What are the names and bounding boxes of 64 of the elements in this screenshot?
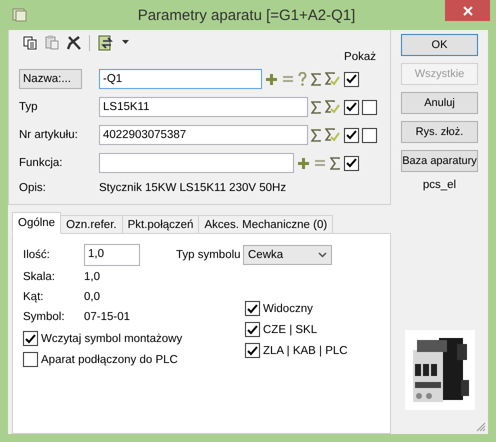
quantity-label: Ilość: [23, 249, 51, 261]
checkbox[interactable] [344, 128, 359, 142]
checkbox[interactable] [362, 100, 377, 114]
checkbox-label: Widoczny [263, 302, 313, 314]
name-button[interactable]: Nazwa:... [19, 69, 82, 89]
checkbox[interactable] [245, 301, 260, 316]
info-label: Symbol: [23, 311, 66, 323]
checkbox-label: Wczytaj symbol montażowy [41, 332, 182, 344]
checkbox-label: Aparat podłączony do PLC [41, 354, 178, 366]
dialog-button[interactable]: Anuluj [401, 92, 478, 114]
sigma-icon[interactable] [311, 100, 321, 114]
resize-grip-icon[interactable] [476, 422, 486, 432]
app-icon [12, 7, 28, 23]
question-icon[interactable] [298, 72, 307, 86]
text-field[interactable] [99, 153, 294, 173]
plus-icon[interactable] [297, 156, 310, 170]
copy-icon[interactable] [23, 36, 37, 50]
sigma-icon[interactable] [330, 156, 340, 170]
close-button[interactable] [445, 0, 490, 21]
checkbox-label: CZE | SKL [263, 324, 318, 336]
checkbox[interactable] [245, 343, 260, 358]
symbol-type-dropdown[interactable]: Cewka [243, 245, 332, 265]
field-label: Typ [19, 101, 38, 113]
info-label: Kąt: [23, 291, 44, 303]
description-value: Stycznik 15KW LS15K11 230V 50Hz [99, 182, 286, 194]
quantity-field[interactable]: 1,0 [84, 244, 140, 266]
paste-icon[interactable] [45, 35, 59, 50]
checkbox-label: ZLA | KAB | PLC [263, 344, 348, 356]
window-title: Parametry aparatu [=G1+A2-Q1] [136, 6, 356, 24]
dialog-button[interactable]: Baza aparatury [401, 150, 478, 172]
checkbox[interactable] [362, 128, 377, 142]
field-label: Nr artykułu: [19, 129, 78, 141]
info-value: 1,0 [84, 271, 100, 283]
plus-icon[interactable] [265, 72, 278, 86]
sigma-check-icon[interactable] [325, 128, 340, 142]
sigma-check-icon[interactable] [325, 72, 340, 86]
checkbox[interactable] [23, 331, 38, 346]
checkbox[interactable] [344, 100, 359, 114]
symbol-type-label: Typ symbolu [176, 249, 242, 261]
checkbox[interactable] [344, 72, 359, 86]
chevron-down-icon [318, 252, 327, 258]
text-field[interactable]: LS15K11 [99, 97, 308, 117]
info-value: 07-15-01 [84, 311, 130, 323]
dialog-button[interactable]: Rys. złoż. [401, 121, 478, 143]
text-field[interactable]: -Q1 [99, 69, 262, 89]
show-header: Pokaż [344, 51, 376, 65]
sigma-check-icon[interactable] [325, 100, 340, 114]
library-name: pcs_el [422, 179, 456, 191]
close-icon [462, 6, 472, 16]
sigma-icon[interactable] [311, 72, 321, 86]
checkbox[interactable] [245, 322, 260, 337]
dropdown-caret-icon[interactable] [122, 40, 130, 45]
tab[interactable]: Ogólne [12, 212, 62, 234]
dialog-button[interactable]: OK [401, 34, 478, 56]
info-value: 0,0 [84, 291, 100, 303]
description-label: Opis: [19, 182, 47, 194]
sigma-icon[interactable] [311, 128, 321, 142]
delete-icon[interactable] [67, 36, 81, 50]
info-label: Skala: [23, 271, 56, 283]
tab[interactable]: Akces. Mechaniczne (0) [198, 215, 334, 234]
checkbox[interactable] [23, 352, 38, 367]
field-label: Funkcja: [19, 157, 62, 169]
checkbox[interactable] [344, 156, 359, 170]
text-field[interactable]: 4022903075387 [99, 125, 308, 145]
